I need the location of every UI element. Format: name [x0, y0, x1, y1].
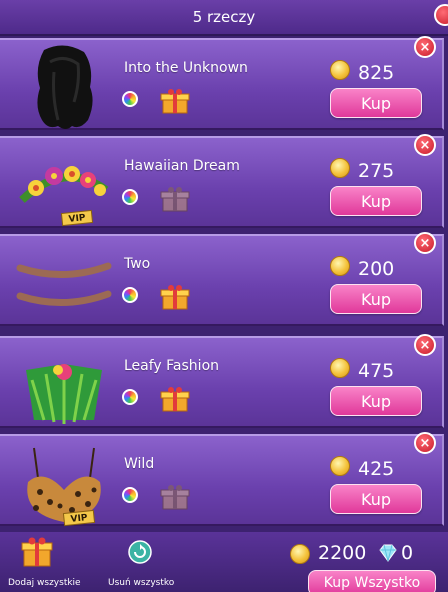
total-coins: 2200: [318, 542, 367, 564]
close-icon[interactable]: [434, 4, 448, 26]
item-price: 425: [358, 458, 395, 480]
total-gems: 0: [401, 542, 414, 564]
refresh-icon[interactable]: [128, 540, 152, 564]
coin-icon: [290, 544, 310, 564]
cart-item: VIP Wild 425 Kup ×: [0, 432, 444, 527]
diamond-icon: [379, 544, 397, 562]
stripes-thumbnail: [16, 262, 112, 306]
item-name: Wild: [124, 456, 155, 472]
gift-icon[interactable]: [160, 484, 190, 510]
cart-title: 5 rzeczy: [192, 8, 256, 26]
coin-icon: [330, 60, 350, 80]
coin-icon: [330, 158, 350, 178]
coin-icon: [330, 456, 350, 476]
item-name: Leafy Fashion: [124, 358, 220, 374]
color-wheel-icon[interactable]: [122, 389, 138, 405]
remove-item-button[interactable]: ×: [414, 334, 436, 356]
buy-button[interactable]: Kup: [330, 484, 422, 514]
remove-item-button[interactable]: ×: [414, 134, 436, 156]
item-price: 475: [358, 360, 395, 382]
remove-item-button[interactable]: ×: [414, 232, 436, 254]
color-wheel-icon[interactable]: [122, 487, 138, 503]
gift-icon[interactable]: [20, 536, 54, 568]
color-wheel-icon[interactable]: [122, 287, 138, 303]
flower-crown-thumbnail: VIP: [19, 166, 109, 227]
item-name: Two: [124, 256, 151, 272]
buy-button[interactable]: Kup: [330, 284, 422, 314]
cart-footer: Dodaj wszystkie Usuń wszystko 2200 0 Kup…: [0, 532, 448, 592]
color-wheel-icon[interactable]: [122, 91, 138, 107]
buy-button[interactable]: Kup: [330, 186, 422, 216]
item-price: 825: [358, 62, 395, 84]
add-all-button[interactable]: Dodaj wszystkie: [8, 578, 81, 588]
gift-icon[interactable]: [160, 386, 190, 412]
buy-button[interactable]: Kup: [330, 386, 422, 416]
remove-all-button[interactable]: Usuń wszystko: [108, 578, 174, 588]
cart-item: Into the Unknown 825 Kup ×: [0, 36, 444, 130]
item-price: 200: [358, 258, 395, 280]
cart-item: Leafy Fashion 475 Kup ×: [0, 334, 444, 428]
hair-thumbnail: [37, 45, 93, 129]
cart-item: VIP Hawaiian Dream 275 Kup ×: [0, 134, 444, 228]
gift-icon[interactable]: [160, 88, 190, 114]
remove-item-button[interactable]: ×: [414, 36, 436, 58]
leopard-top-thumbnail: VIP: [27, 447, 101, 527]
vip-badge: VIP: [70, 513, 88, 525]
leaf-skirt-thumbnail: [26, 364, 102, 424]
vip-badge: VIP: [68, 213, 86, 225]
gift-icon[interactable]: [160, 284, 190, 310]
gift-icon[interactable]: [160, 186, 190, 212]
coin-icon: [330, 256, 350, 276]
item-price: 275: [358, 160, 395, 182]
coin-icon: [330, 358, 350, 378]
buy-button[interactable]: Kup: [330, 88, 422, 118]
cart-item: Two 200 Kup ×: [0, 232, 444, 326]
buy-all-button[interactable]: Kup Wszystko: [308, 570, 436, 592]
color-wheel-icon[interactable]: [122, 189, 138, 205]
item-name: Hawaiian Dream: [124, 158, 240, 174]
cart-header: 5 rzeczy: [0, 0, 448, 36]
remove-item-button[interactable]: ×: [414, 432, 436, 454]
item-name: Into the Unknown: [124, 60, 248, 76]
